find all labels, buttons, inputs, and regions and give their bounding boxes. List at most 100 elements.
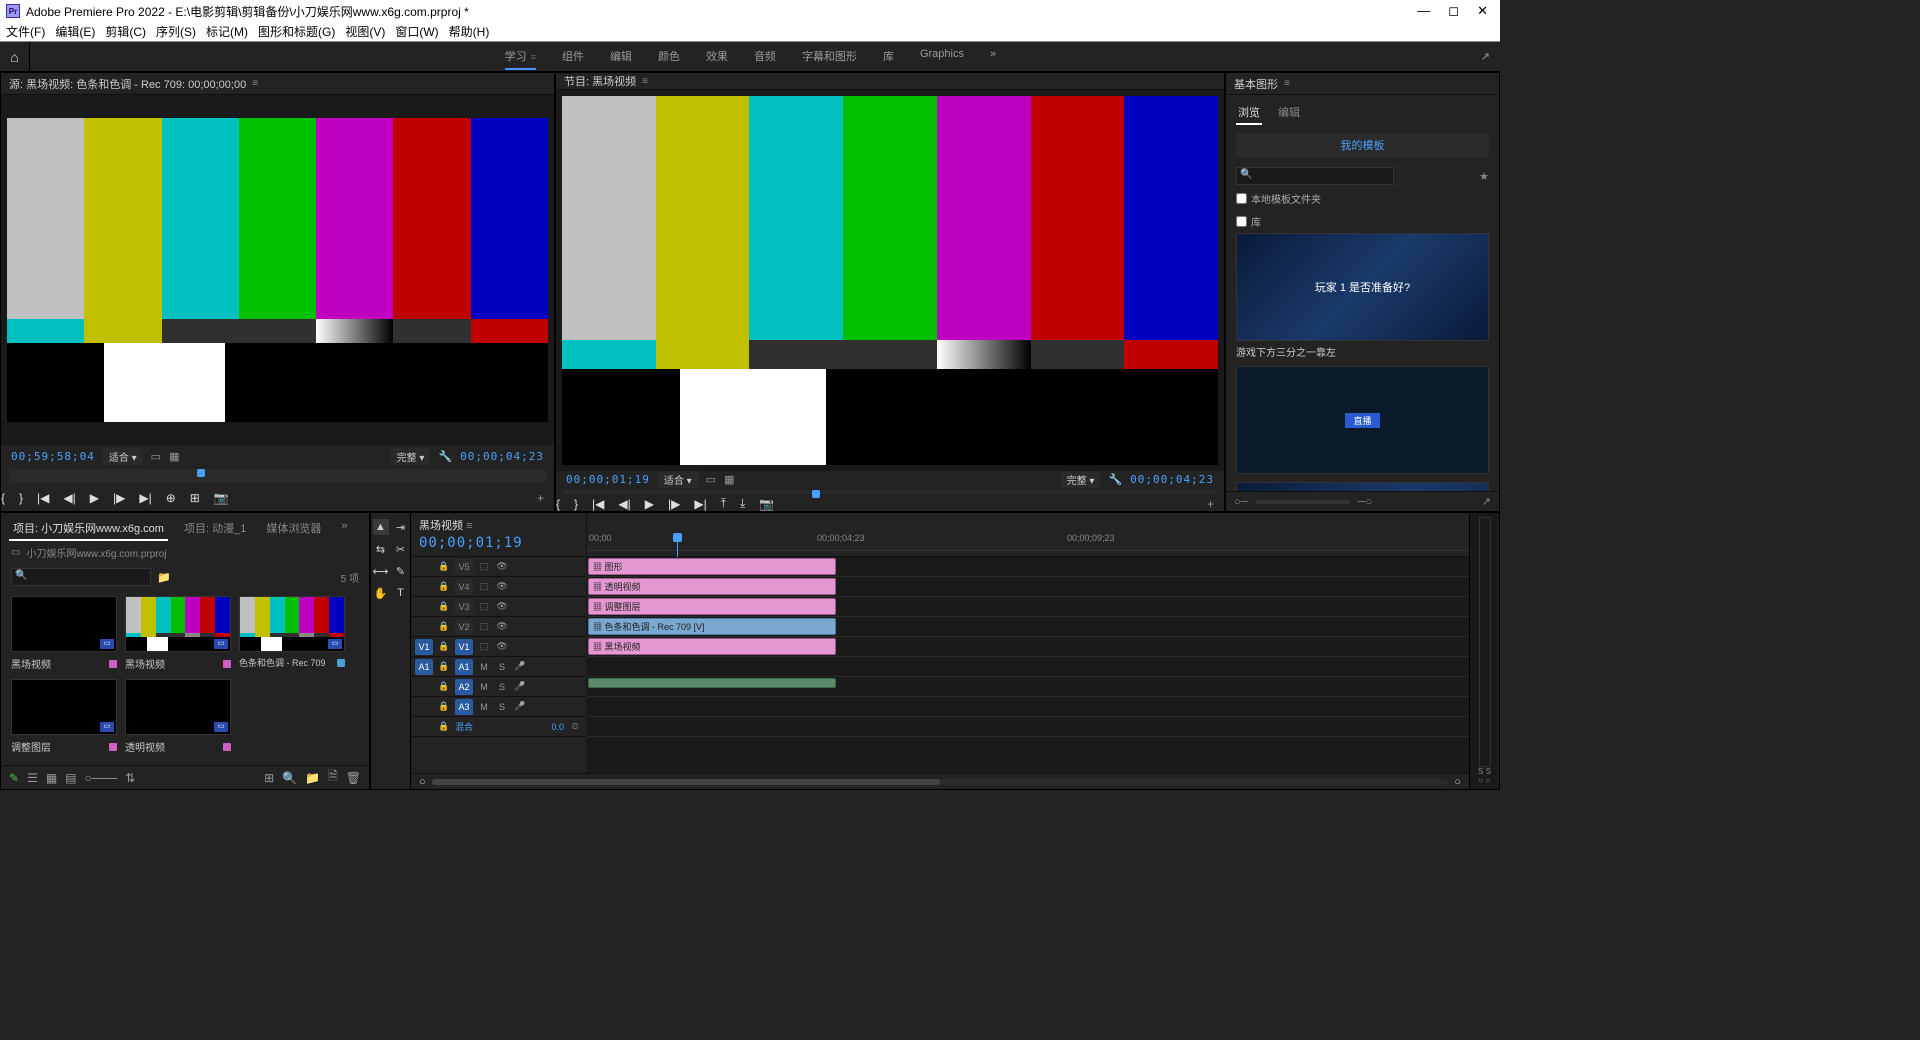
project-item[interactable]: ▭ 黑场视频: [125, 596, 231, 671]
project-search-input[interactable]: [11, 568, 151, 586]
mark-in-icon[interactable]: {: [556, 497, 560, 511]
freeform-view-icon[interactable]: ▤: [65, 771, 76, 785]
mark-out-icon[interactable]: }: [574, 497, 578, 511]
workspace-tab-assembly[interactable]: 组件: [562, 44, 584, 70]
filter-bin-icon[interactable]: 📁: [157, 571, 171, 584]
extract-icon[interactable]: ⤓: [740, 496, 745, 511]
track-header-mix[interactable]: 🔒混合0.0⏲: [411, 717, 586, 737]
automate-icon[interactable]: ⊞: [264, 771, 274, 785]
project-tab-2[interactable]: 项目: 动漫_1: [180, 517, 250, 541]
source-time-ruler[interactable]: [9, 469, 546, 483]
lock-icon[interactable]: 🔒: [437, 681, 451, 692]
menu-graphics[interactable]: 图形和标题(G): [258, 23, 335, 40]
solo-icon[interactable]: S: [495, 662, 509, 672]
toggle-output-icon[interactable]: ⬚: [477, 621, 491, 632]
source-settings-icon[interactable]: ▦: [169, 450, 179, 463]
track-header-a3[interactable]: 🔒A3MS🎤: [411, 697, 586, 717]
toggle-output-icon[interactable]: ⬚: [477, 641, 491, 652]
lock-icon[interactable]: 🔒: [437, 701, 451, 712]
clip-transparent[interactable]: ▦ 透明视频: [588, 578, 836, 595]
timeline-track-area[interactable]: ▦ 图形 ▦ 透明视频 ▦ 调整图层 ▦ 色条和色调 - Rec 709 [V]…: [586, 557, 1469, 773]
button-editor-icon[interactable]: +: [1207, 497, 1214, 511]
export-frame-icon[interactable]: 📷: [214, 491, 229, 505]
panel-menu-icon[interactable]: ≡: [252, 78, 258, 89]
menu-window[interactable]: 窗口(W): [395, 23, 438, 40]
maximize-button[interactable]: ◻: [1448, 3, 1459, 19]
eg-search-input[interactable]: [1236, 167, 1394, 185]
meter-icon[interactable]: ⏲: [568, 721, 582, 732]
play-icon[interactable]: ▶: [645, 497, 654, 511]
selection-tool-icon[interactable]: ▲: [373, 519, 389, 535]
export-icon[interactable]: ↗: [1481, 50, 1490, 63]
toggle-output-icon[interactable]: ⬚: [477, 601, 491, 612]
program-time-ruler[interactable]: [564, 490, 1216, 494]
workspace-tab-libraries[interactable]: 库: [883, 44, 894, 70]
write-icon[interactable]: ✎: [9, 771, 19, 785]
track-header-a2[interactable]: 🔒A2MS🎤: [411, 677, 586, 697]
close-button[interactable]: ✕: [1477, 3, 1488, 19]
program-safe-margins-icon[interactable]: ▭: [706, 473, 716, 486]
source-patch[interactable]: A1: [415, 659, 433, 675]
icon-view-icon[interactable]: ▦: [46, 771, 57, 785]
program-monitor-view[interactable]: [556, 90, 1224, 471]
lock-icon[interactable]: 🔒: [437, 581, 451, 592]
mark-out-icon[interactable]: }: [19, 491, 23, 505]
media-browser-tab[interactable]: 媒体浏览器: [262, 517, 325, 541]
menu-view[interactable]: 视图(V): [345, 23, 385, 40]
panel-menu-icon[interactable]: ≡: [1284, 78, 1290, 89]
project-tab-1[interactable]: 项目: 小刀娱乐网www.x6g.com: [9, 517, 168, 541]
ripple-tool-icon[interactable]: ⇆: [373, 541, 389, 557]
lock-icon[interactable]: 🔒: [437, 641, 451, 652]
eye-icon[interactable]: 👁: [495, 561, 509, 572]
local-templates-checkbox[interactable]: 本地模板文件夹: [1226, 187, 1499, 210]
template-item[interactable]: 直播: [1236, 366, 1489, 478]
audio-meters[interactable]: S S ○ ○: [1469, 513, 1499, 789]
toggle-output-icon[interactable]: ⬚: [477, 581, 491, 592]
favorites-icon[interactable]: ★: [1479, 170, 1489, 183]
clip-colorbars[interactable]: ▦ 色条和色调 - Rec 709 [V]: [588, 618, 836, 635]
library-checkbox[interactable]: 库: [1226, 210, 1499, 233]
source-tc-out[interactable]: 00;00;04;23: [460, 450, 544, 463]
solo-icon[interactable]: S: [495, 682, 509, 692]
track-header-v4[interactable]: 🔒V4⬚👁: [411, 577, 586, 597]
zoom-slider[interactable]: ○───: [85, 771, 118, 785]
workspace-overflow-icon[interactable]: »: [990, 44, 996, 70]
new-bin-icon[interactable]: 📁: [305, 771, 320, 785]
menu-file[interactable]: 文件(F): [6, 23, 45, 40]
home-icon[interactable]: ⌂: [0, 42, 30, 72]
step-fwd-icon[interactable]: |▶: [668, 497, 680, 511]
lock-icon[interactable]: 🔒: [437, 601, 451, 612]
eg-new-icon[interactable]: ↗: [1482, 495, 1491, 508]
go-in-icon[interactable]: |◀: [37, 491, 49, 505]
voice-icon[interactable]: 🎤: [513, 701, 527, 712]
workspace-tab-audio[interactable]: 音频: [754, 44, 776, 70]
clip-graphic[interactable]: ▦ 图形: [588, 558, 836, 575]
lock-icon[interactable]: 🔒: [437, 621, 451, 632]
eye-icon[interactable]: 👁: [495, 601, 509, 612]
template-item[interactable]: 播放 游戏徽标循环: [1236, 482, 1489, 491]
export-frame-icon[interactable]: 📷: [759, 497, 774, 511]
hand-tool-icon[interactable]: ✋: [373, 585, 389, 601]
eg-tab-edit[interactable]: 编辑: [1276, 101, 1302, 125]
eg-tab-browse[interactable]: 浏览: [1236, 101, 1262, 125]
step-fwd-icon[interactable]: |▶: [113, 491, 125, 505]
source-patch[interactable]: V1: [415, 639, 433, 655]
source-safe-margins-icon[interactable]: ▭: [151, 450, 161, 463]
workspace-tab-editing[interactable]: 编辑: [610, 44, 632, 70]
lift-icon[interactable]: ⤒: [721, 496, 726, 511]
solo-icon[interactable]: S: [495, 702, 509, 712]
program-wrench-icon[interactable]: 🔧: [1108, 473, 1122, 486]
lock-icon[interactable]: 🔒: [437, 721, 451, 732]
mute-icon[interactable]: M: [477, 682, 491, 692]
minimize-button[interactable]: ―: [1417, 3, 1430, 19]
button-editor-icon[interactable]: +: [537, 491, 544, 505]
project-item[interactable]: ▭ 调整图层: [11, 679, 117, 754]
sort-icon[interactable]: ⇅: [125, 771, 135, 785]
new-item-icon[interactable]: 🗎: [328, 767, 338, 788]
source-tc-in[interactable]: 00;59;58;04: [11, 450, 95, 463]
step-back-icon[interactable]: ◀|: [63, 491, 75, 505]
my-templates-button[interactable]: 我的模板: [1236, 133, 1489, 157]
trash-icon[interactable]: 🗑: [346, 771, 361, 785]
track-header-v5[interactable]: 🔒V5⬚👁: [411, 557, 586, 577]
voice-icon[interactable]: 🎤: [513, 681, 527, 692]
